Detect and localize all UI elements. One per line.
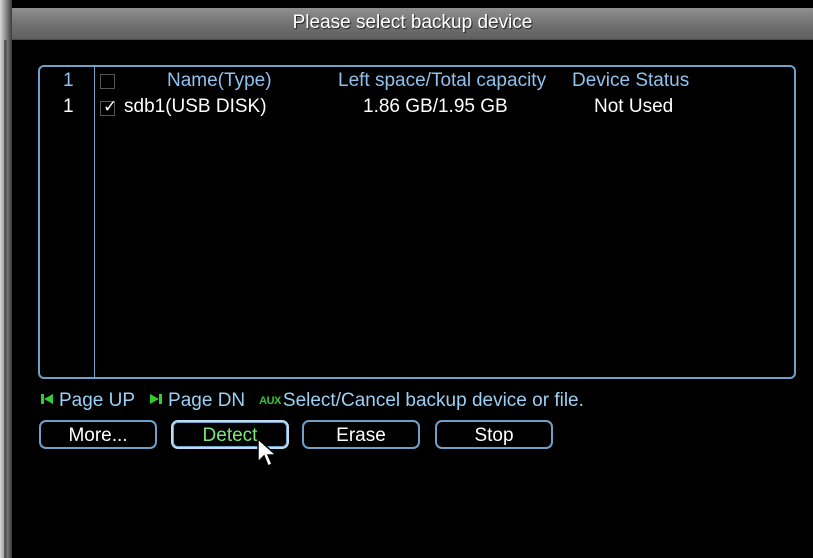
hint-row: Page UP Page DN AUX Select/Cancel backup d… <box>40 390 598 414</box>
row-device-status: Not Used <box>594 96 674 117</box>
page-up-label: Page UP <box>59 390 136 411</box>
aux-key-icon: AUX <box>259 395 281 407</box>
stop-button[interactable]: Stop <box>435 420 553 449</box>
skip-back-icon <box>40 390 54 412</box>
skip-forward-icon <box>149 390 163 412</box>
header-index: 1 <box>63 70 74 91</box>
more-button[interactable]: More... <box>39 420 157 449</box>
device-table: 1 Name(Type) Left space/Total capacity D… <box>38 65 796 379</box>
mouse-pointer-icon <box>256 437 278 468</box>
header-space-capacity: Left space/Total capacity <box>338 70 547 91</box>
title-bar: Please select backup device <box>12 8 813 40</box>
row-space-capacity: 1.86 GB/1.95 GB <box>363 96 508 117</box>
table-column-divider <box>94 67 95 377</box>
page-down-label: Page DN <box>168 390 246 411</box>
aux-hint-text: Select/Cancel backup device or file. <box>282 390 584 411</box>
window-left-bevel <box>0 0 12 558</box>
erase-button[interactable]: Erase <box>302 420 420 449</box>
row-index: 1 <box>63 96 74 117</box>
select-all-checkbox[interactable] <box>100 74 115 89</box>
header-device-status: Device Status <box>572 70 690 91</box>
backup-device-dialog: Please select backup device 1 Name(Type)… <box>0 0 813 558</box>
row-checkbox[interactable]: ✓ <box>100 97 117 116</box>
dialog-title: Please select backup device <box>292 12 533 33</box>
header-name-type: Name(Type) <box>167 70 272 91</box>
checkmark-icon: ✓ <box>103 97 118 116</box>
row-device-name: sdb1(USB DISK) <box>124 96 267 117</box>
